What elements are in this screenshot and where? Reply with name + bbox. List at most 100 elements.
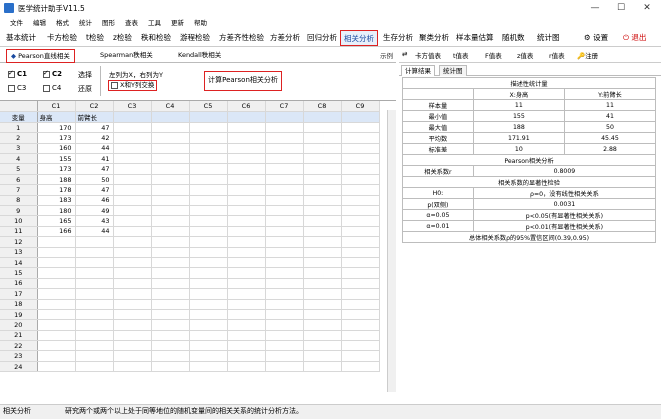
tab-anova[interactable]: 方差分析 [267, 30, 303, 46]
grid-cell[interactable] [113, 288, 152, 300]
grid-cell[interactable] [75, 319, 114, 331]
grid-cell[interactable] [75, 247, 114, 258]
tab-correlation[interactable]: 相关分析 [340, 30, 378, 46]
grid-cell[interactable] [227, 267, 266, 279]
restore-button[interactable]: 还原 [78, 84, 92, 94]
grid-cell[interactable]: 47 [75, 163, 114, 175]
grid-cell[interactable] [151, 132, 190, 144]
grid-cell[interactable] [303, 184, 342, 196]
grid-cell[interactable] [341, 247, 380, 258]
grid-cell[interactable] [75, 288, 114, 300]
grid-cell[interactable] [303, 111, 342, 123]
grid-cell[interactable] [151, 288, 190, 300]
grid-cell[interactable] [189, 340, 228, 352]
select-button[interactable]: 选择 [78, 70, 92, 80]
grid-cell[interactable] [189, 278, 228, 290]
grid-cell[interactable] [151, 226, 190, 238]
grid-cell[interactable] [303, 278, 342, 290]
menu-table[interactable]: 查表 [121, 17, 142, 29]
checkbox-c2[interactable]: C2 [43, 69, 62, 78]
tab-rank-sum[interactable]: 秩和检验 [138, 30, 174, 46]
grid-cell[interactable] [341, 195, 380, 207]
grid-cell[interactable] [151, 205, 190, 217]
swap-arrows-icon[interactable]: ⇄ [402, 50, 407, 58]
grid-cell[interactable] [151, 153, 190, 165]
grid-cell[interactable] [189, 226, 228, 238]
grid-cell[interactable] [227, 319, 266, 331]
column-header[interactable]: C4 [151, 101, 190, 112]
subtab-pearson[interactable]: ◆ Pearson直线相关 [6, 49, 75, 63]
grid-cell[interactable] [227, 350, 266, 362]
grid-cell[interactable] [151, 340, 190, 352]
grid-cell[interactable] [265, 153, 304, 165]
grid-cell[interactable] [189, 184, 228, 196]
grid-cell[interactable] [265, 143, 304, 155]
column-header[interactable]: C8 [303, 101, 342, 112]
grid-cell[interactable] [341, 174, 380, 186]
column-header[interactable]: C1 [37, 101, 76, 112]
tab-t-test[interactable]: t检验 [83, 30, 107, 46]
subtab-spearman[interactable]: Spearman秩相关 [96, 49, 157, 63]
grid-cell[interactable] [113, 361, 152, 373]
grid-cell[interactable] [265, 309, 304, 321]
grid-cell[interactable] [227, 257, 266, 269]
grid-cell[interactable] [189, 267, 228, 279]
grid-cell[interactable] [151, 309, 190, 321]
menu-format[interactable]: 格式 [52, 17, 73, 29]
grid-cell[interactable] [303, 122, 342, 134]
grid-cell[interactable] [227, 184, 266, 196]
grid-cell[interactable]: 49 [75, 205, 114, 217]
grid-cell[interactable] [265, 215, 304, 227]
grid-cell[interactable] [189, 163, 228, 175]
grid-cell[interactable] [341, 361, 380, 373]
grid-cell[interactable] [303, 319, 342, 331]
grid-cell[interactable] [151, 195, 190, 207]
grid-cell[interactable] [37, 247, 76, 258]
grid-cell[interactable]: 44 [75, 226, 114, 238]
grid-cell[interactable] [265, 184, 304, 196]
grid-cell[interactable] [189, 132, 228, 144]
grid-cell[interactable] [189, 236, 228, 248]
grid-cell[interactable]: 47 [75, 184, 114, 196]
grid-cell[interactable] [75, 299, 114, 310]
grid-cell[interactable] [265, 288, 304, 300]
grid-cell[interactable] [189, 309, 228, 321]
grid-cell[interactable] [341, 184, 380, 196]
grid-cell[interactable] [189, 257, 228, 269]
grid-cell[interactable] [113, 267, 152, 279]
f-table-button[interactable]: F值表 [485, 50, 502, 60]
grid-cell[interactable] [265, 319, 304, 331]
grid-cell[interactable] [151, 350, 190, 362]
grid-cell[interactable] [189, 195, 228, 207]
grid-cell[interactable] [341, 299, 380, 310]
grid-cell[interactable] [151, 330, 190, 342]
z-table-button[interactable]: z值表 [517, 50, 533, 60]
tab-regression[interactable]: 回归分析 [304, 30, 340, 46]
grid-cell[interactable] [151, 319, 190, 331]
grid-cell[interactable]: 41 [75, 153, 114, 165]
variable-name-cell[interactable]: 身高 [37, 111, 76, 123]
grid-cell[interactable] [75, 278, 114, 290]
grid-cell[interactable] [265, 132, 304, 144]
maximize-icon[interactable]: ☐ [609, 0, 633, 17]
grid-cell[interactable] [151, 267, 190, 279]
grid-cell[interactable] [341, 267, 380, 279]
grid-cell[interactable] [341, 257, 380, 269]
grid-cell[interactable] [189, 215, 228, 227]
grid-cell[interactable] [341, 309, 380, 321]
grid-cell[interactable] [151, 236, 190, 248]
grid-cell[interactable] [37, 236, 76, 248]
grid-cell[interactable] [227, 205, 266, 217]
grid-cell[interactable] [341, 288, 380, 300]
tab-z-test[interactable]: z检验 [110, 30, 135, 46]
grid-cell[interactable]: 42 [75, 132, 114, 144]
tab-survival[interactable]: 生存分析 [380, 30, 416, 46]
grid-cell[interactable] [113, 205, 152, 217]
grid-cell[interactable] [151, 257, 190, 269]
grid-cell[interactable] [341, 330, 380, 342]
grid-cell[interactable] [265, 111, 304, 123]
grid-cell[interactable] [189, 361, 228, 373]
grid-cell[interactable] [265, 236, 304, 248]
grid-cell[interactable] [189, 111, 228, 123]
grid-cell[interactable] [151, 299, 190, 310]
